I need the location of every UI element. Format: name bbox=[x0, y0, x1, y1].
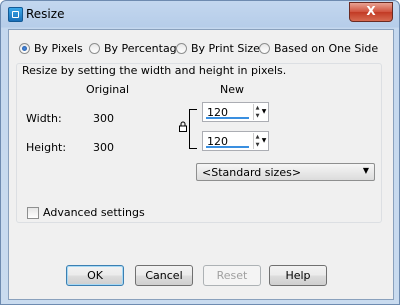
radio-label: By Print Size bbox=[191, 42, 260, 55]
lock-icon[interactable] bbox=[179, 121, 187, 132]
radio-selected-icon bbox=[19, 43, 30, 54]
width-dropdown-icon[interactable]: ▼ bbox=[261, 104, 267, 120]
reset-button: Reset bbox=[203, 265, 261, 286]
spin-up-icon[interactable]: ▲ bbox=[254, 104, 261, 112]
height-slider-bar bbox=[206, 146, 249, 148]
radio-label: Based on One Side bbox=[274, 42, 379, 55]
width-spinbox[interactable]: 120 ▲ ▼ ▼ bbox=[202, 102, 269, 122]
aspect-lock-bracket bbox=[189, 109, 197, 149]
height-spin-arrows[interactable]: ▲ ▼ bbox=[253, 133, 261, 149]
standard-sizes-select[interactable]: <Standard sizes> ▼ bbox=[196, 163, 375, 181]
radio-label: By Percentage bbox=[104, 42, 184, 55]
width-spin-arrows[interactable]: ▲ ▼ bbox=[253, 104, 261, 120]
group-caption: Resize by setting the width and height i… bbox=[22, 64, 287, 77]
window-title: Resize bbox=[26, 7, 65, 21]
spin-up-icon[interactable]: ▲ bbox=[254, 133, 261, 141]
app-icon bbox=[8, 7, 23, 22]
radio-icon bbox=[176, 43, 187, 54]
help-button[interactable]: Help bbox=[269, 265, 327, 286]
spin-down-icon[interactable]: ▼ bbox=[254, 141, 261, 149]
width-slider-bar bbox=[206, 117, 249, 119]
radio-icon bbox=[259, 43, 270, 54]
new-column-header: New bbox=[220, 83, 244, 96]
original-column-header: Original bbox=[86, 83, 130, 96]
standard-sizes-value: <Standard sizes> bbox=[202, 166, 302, 179]
title-bar: Resize X bbox=[1, 1, 399, 28]
ok-button[interactable]: OK bbox=[66, 265, 124, 286]
height-spinbox[interactable]: 120 ▲ ▼ ▼ bbox=[202, 131, 269, 151]
advanced-settings-checkbox[interactable]: Advanced settings bbox=[27, 206, 145, 219]
checkbox-icon[interactable] bbox=[27, 206, 39, 219]
advanced-settings-label: Advanced settings bbox=[43, 206, 145, 219]
radio-icon bbox=[89, 43, 100, 54]
radio-by-print-size[interactable]: By Print Size bbox=[176, 42, 260, 55]
spin-down-icon[interactable]: ▼ bbox=[254, 112, 261, 120]
resize-dialog: Resize X By Pixels By Percentage By Prin… bbox=[0, 0, 400, 305]
pixel-settings-group: Resize by setting the width and height i… bbox=[16, 63, 382, 223]
radio-by-pixels[interactable]: By Pixels bbox=[19, 42, 83, 55]
radio-by-percentage[interactable]: By Percentage bbox=[89, 42, 183, 55]
width-label: Width: bbox=[26, 112, 62, 125]
cancel-button[interactable]: Cancel bbox=[135, 265, 193, 286]
chevron-down-icon: ▼ bbox=[362, 166, 369, 175]
height-dropdown-icon[interactable]: ▼ bbox=[261, 133, 267, 149]
width-original-value: 300 bbox=[93, 112, 114, 125]
height-original-value: 300 bbox=[93, 141, 114, 154]
dialog-body: By Pixels By Percentage By Print Size Ba… bbox=[8, 29, 394, 300]
close-button[interactable]: X bbox=[349, 2, 393, 22]
height-label: Height: bbox=[26, 141, 67, 154]
radio-label: By Pixels bbox=[34, 42, 83, 55]
radio-based-on-one-side[interactable]: Based on One Side bbox=[259, 42, 378, 55]
